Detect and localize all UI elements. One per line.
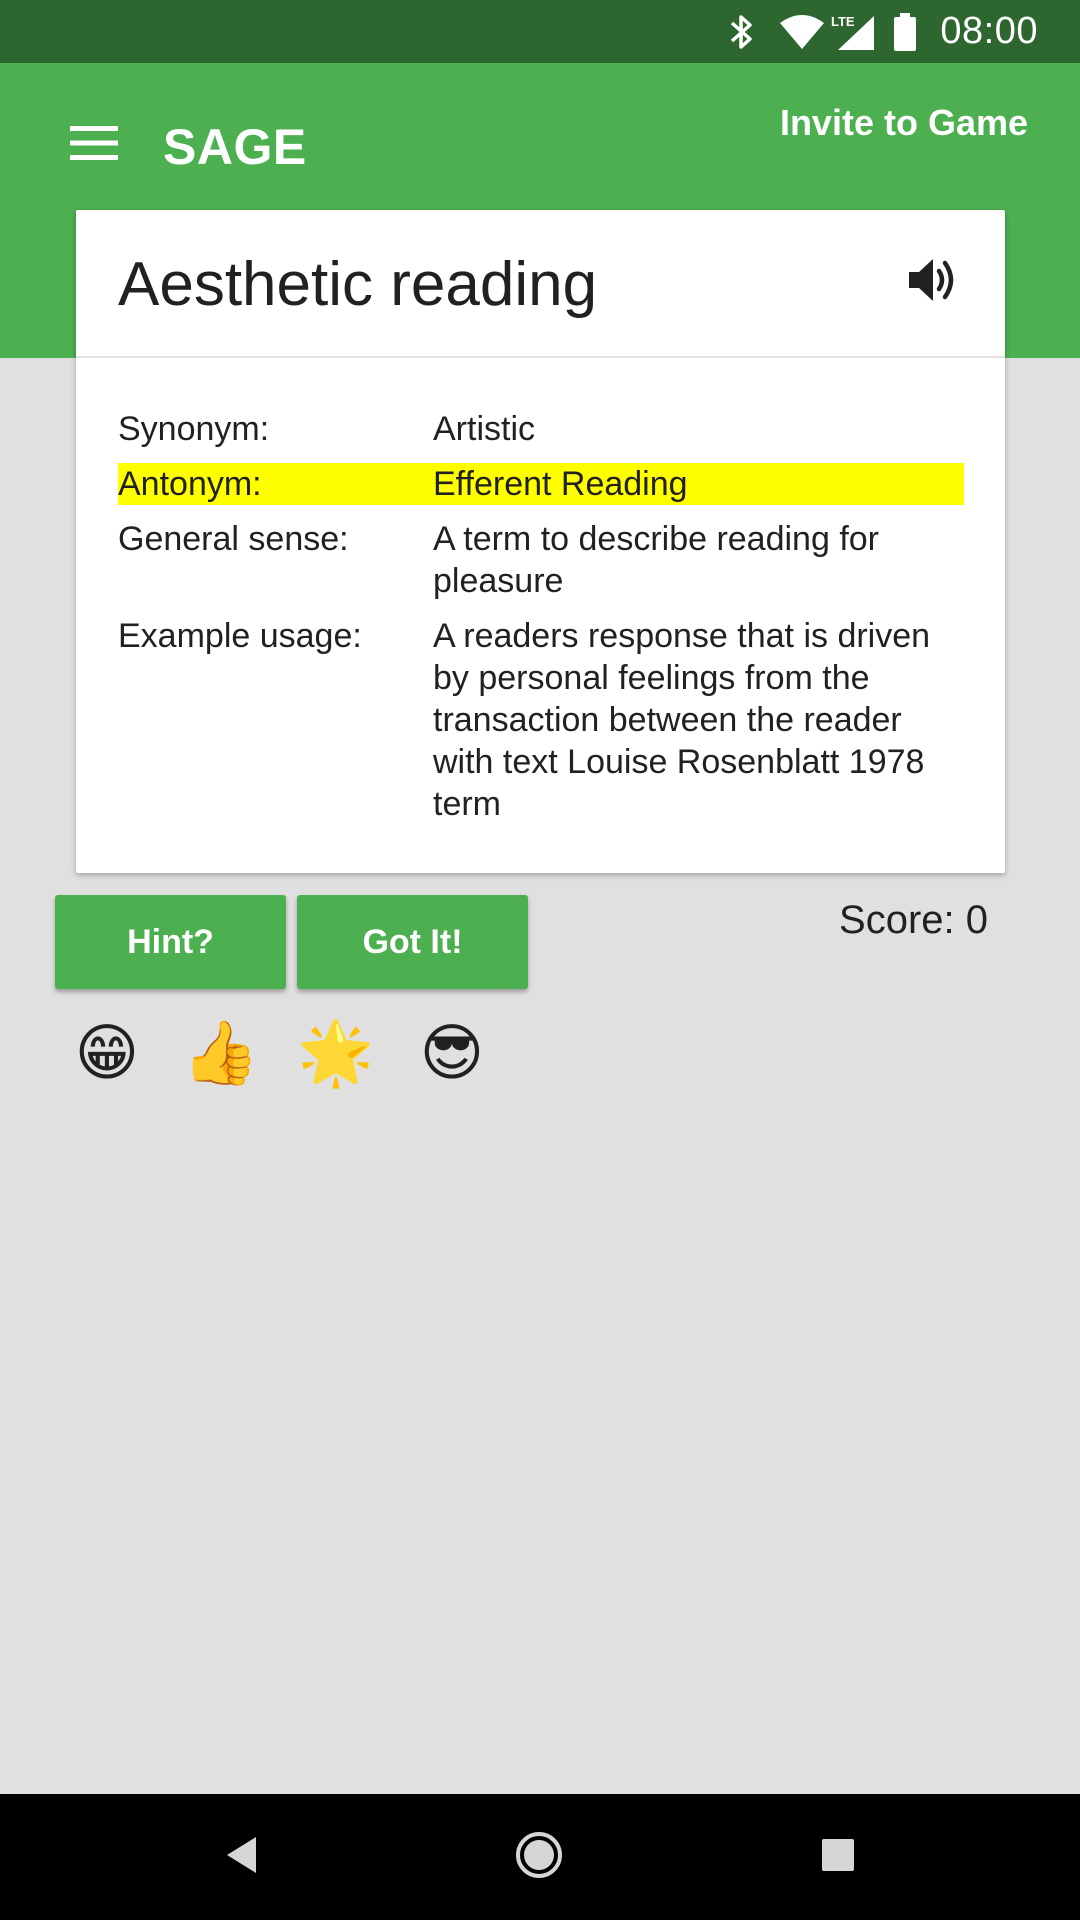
thumbs-up-icon[interactable]: 👍 <box>182 1015 260 1093</box>
menu-button[interactable] <box>52 103 136 187</box>
pronounce-button[interactable] <box>901 250 965 314</box>
back-button[interactable] <box>208 1824 274 1890</box>
glowing-star-icon[interactable]: 🌟 <box>297 1015 375 1093</box>
example-usage-label: Example usage: <box>118 617 362 655</box>
synonym-value: Artistic <box>433 410 535 448</box>
status-bar: LTE 08:00 <box>0 0 1080 63</box>
term-title: Aesthetic reading <box>118 250 598 319</box>
recents-button[interactable] <box>805 1824 871 1890</box>
speaker-icon <box>907 256 959 309</box>
got-it-button[interactable]: Got It! <box>297 895 528 989</box>
back-icon <box>224 1835 258 1880</box>
card-header: Aesthetic reading <box>76 210 1005 358</box>
navigation-bar <box>0 1794 1080 1920</box>
antonym-value: Efferent Reading <box>433 465 688 503</box>
term-card: Aesthetic reading Synonym: Artistic Anto… <box>76 210 1005 873</box>
app-title: SAGE <box>163 119 307 175</box>
example-usage-value: A readers response that is driven by per… <box>433 617 931 823</box>
general-sense-value: A term to describe reading for pleasure <box>433 520 880 600</box>
grinning-face-icon[interactable]: 😁 <box>68 1015 146 1093</box>
sunglasses-face-icon[interactable]: 😎 <box>413 1015 491 1093</box>
bluetooth-icon <box>728 13 756 51</box>
definition-table: Synonym: Artistic Antonym: Efferent Read… <box>118 408 964 838</box>
antonym-row: Antonym: Efferent Reading <box>118 463 964 505</box>
invite-to-game-button[interactable]: Invite to Game <box>780 93 1028 153</box>
hamburger-menu-icon <box>70 125 118 165</box>
home-icon <box>514 1830 564 1885</box>
battery-icon <box>894 12 917 51</box>
recents-icon <box>821 1838 855 1877</box>
cellular-signal-icon: LTE <box>830 11 876 52</box>
wifi-icon <box>778 13 826 51</box>
hint-button[interactable]: Hint? <box>55 895 286 989</box>
synonym-row: Synonym: Artistic <box>118 408 964 450</box>
example-usage-row: Example usage: A readers response that i… <box>118 615 964 825</box>
antonym-label: Antonym: <box>118 465 262 503</box>
network-type-label: LTE <box>831 14 855 29</box>
general-sense-label: General sense: <box>118 520 349 558</box>
status-icons: LTE 08:00 <box>728 0 1080 63</box>
status-time: 08:00 <box>940 10 1038 52</box>
home-button[interactable] <box>506 1824 572 1890</box>
synonym-label: Synonym: <box>118 410 270 448</box>
score-display: Score: 0 <box>839 898 988 942</box>
general-sense-row: General sense: A term to describe readin… <box>118 518 964 602</box>
